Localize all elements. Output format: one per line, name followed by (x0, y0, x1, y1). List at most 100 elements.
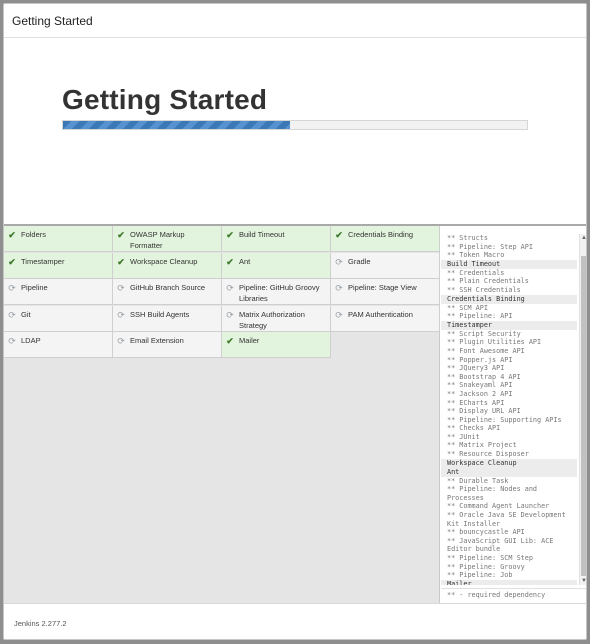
log-dependency-line: ** Matrix Project (447, 441, 517, 450)
dialog-title: Getting Started (12, 14, 93, 28)
checkmark-icon: ✔ (226, 336, 234, 346)
refresh-icon: ⟳ (335, 283, 343, 293)
log-plugin-header: Credentials Binding (441, 294, 577, 304)
plugin-label: Pipeline: GitHub Groovy Libraries (239, 283, 320, 303)
log-dependency-line: ** Command Agent Launcher (447, 502, 550, 511)
log-dependency-line: ** Structs (447, 234, 488, 242)
log-dependency-line: ** Plain Credentials (447, 277, 529, 286)
setup-dialog: Getting Started Getting Started ✔ Folders… (3, 3, 587, 640)
log-plugin-header: Mailer (441, 579, 577, 585)
install-log: ** Structs ** Pipeline: Step API ** Token … (441, 234, 577, 585)
plugin-cell: ⟳ Pipeline: Stage View (331, 279, 440, 305)
plugin-cell: ⟳ SSH Build Agents (113, 305, 222, 332)
log-dependency-line: ** Plugin Utilities API (447, 338, 542, 347)
plugin-cell: ✔ Mailer (222, 332, 331, 358)
page-title: Getting Started (62, 84, 268, 115)
log-dependency-line: ** Display URL API (447, 407, 521, 416)
refresh-icon: ⟳ (335, 256, 343, 267)
log-plugin-header: Build Timeout (441, 259, 577, 269)
log-dependency-line: ** Pipeline: Job (447, 571, 513, 580)
log-dependency-line: ** Resource Disposer (447, 450, 529, 459)
plugin-label: Ant (239, 256, 251, 266)
log-dependency-line: ** Pipeline: API (447, 312, 513, 321)
log-dependency-line: ** Script Security (447, 329, 521, 338)
install-progress-bar (62, 120, 528, 130)
log-dependency-line: ** JQuery3 API (447, 364, 505, 373)
plugin-cell: ⟳ PAM Authentication (331, 305, 440, 332)
log-dependency-line: ** ECharts API (447, 398, 505, 407)
refresh-icon: ⟳ (117, 336, 125, 346)
scroll-down-icon[interactable]: ▼ (580, 577, 586, 585)
log-dependency-line: ** SSH Credentials (447, 285, 521, 294)
log-dependency-line: ** Font Awesome API (447, 346, 525, 355)
plugin-cell: ✔ Ant (222, 252, 331, 279)
plugin-cell: ⟳ Pipeline: GitHub Groovy Libraries (222, 279, 331, 305)
refresh-icon: ⟳ (226, 309, 234, 320)
checkmark-icon: ✔ (117, 230, 125, 240)
hero-panel: Getting Started (4, 38, 586, 226)
checkmark-icon: ✔ (226, 230, 234, 240)
plugin-label: Email Extension (130, 336, 184, 345)
progress-fill (63, 121, 291, 129)
plugin-cell: ✔ Workspace Cleanup (113, 252, 222, 279)
dialog-title-bar: Getting Started (4, 4, 586, 38)
plugin-label: OWASP Markup Formatter (130, 230, 185, 250)
plugin-label: Mailer (239, 336, 260, 345)
log-dependency-line: ** JavaScript GUI Lib: ACE Editor bundle (447, 536, 558, 554)
refresh-icon: ⟳ (117, 283, 125, 293)
plugin-label: Git (21, 309, 31, 319)
install-log-panel: ** Structs ** Pipeline: Step API ** Token … (441, 226, 586, 603)
log-dependency-line: ** Jackson 2 API (447, 389, 513, 398)
plugin-label: SSH Build Agents (130, 309, 190, 319)
refresh-icon: ⟳ (8, 336, 16, 346)
log-dependency-line: ** Checks API (447, 424, 501, 433)
log-dependency-line: ** Pipeline: Supporting APIs (447, 415, 562, 424)
plugin-cell: ⟳ Gradle (331, 252, 440, 279)
plugin-cell: ✔ Folders (4, 226, 113, 252)
log-dependency-line: ** bouncycastle API (447, 528, 525, 537)
plugin-grid-area: ✔ Folders ✔ OWASP Markup Formatter ✔ Build Ti… (4, 226, 440, 603)
plugin-label: Workspace Cleanup (130, 256, 198, 266)
log-scrollbar[interactable]: ▲ ▼ (579, 234, 586, 585)
log-dependency-line: ** Durable Task (447, 476, 509, 485)
log-dependency-line: ** Token Macro (447, 251, 505, 260)
plugin-label: Pipeline (21, 283, 48, 292)
scroll-up-icon[interactable]: ▲ (580, 234, 586, 242)
log-dependency-line: ** Credentials (447, 268, 505, 277)
log-plugin-header: Ant (441, 467, 577, 477)
plugin-label: PAM Authentication (348, 309, 413, 319)
log-dependency-line: ** Pipeline: Step API (447, 242, 533, 251)
refresh-icon: ⟳ (117, 309, 125, 320)
plugin-label: Build Timeout (239, 230, 285, 239)
log-dependency-line: ** Pipeline: SCM Step (447, 554, 533, 562)
checkmark-icon: ✔ (8, 230, 16, 240)
plugin-cell: ⟳ LDAP (4, 332, 113, 358)
checkmark-icon: ✔ (335, 230, 343, 240)
plugin-cell: ✔ Build Timeout (222, 226, 331, 252)
refresh-icon: ⟳ (226, 283, 234, 293)
plugin-label: LDAP (21, 336, 41, 345)
refresh-icon: ⟳ (8, 283, 16, 293)
log-dependency-line: ** Bootstrap 4 API (447, 372, 521, 381)
refresh-icon: ⟳ (335, 309, 343, 320)
checkmark-icon: ✔ (8, 256, 16, 267)
log-dependency-line: ** Popper.js API (447, 355, 513, 364)
log-legend: ** - required dependency (441, 588, 586, 603)
plugin-label: Matrix Authorization Strategy (239, 309, 305, 330)
checkmark-icon: ✔ (117, 256, 125, 267)
plugin-cell: ⟳ Email Extension (113, 332, 222, 358)
version-label: Jenkins 2.277.2 (14, 619, 67, 628)
plugin-cell: ✔ Timestamper (4, 252, 113, 279)
plugin-cell: ⟳ Pipeline (4, 279, 113, 305)
plugin-cell: ⟳ Matrix Authorization Strategy (222, 305, 331, 332)
plugin-label: GitHub Branch Source (130, 283, 206, 292)
log-plugin-header: Workspace Cleanup (441, 458, 577, 468)
scroll-thumb[interactable] (581, 256, 586, 576)
log-plugin-header: Timestamper (441, 320, 577, 330)
refresh-icon: ⟳ (8, 309, 16, 320)
plugin-label: Gradle (348, 256, 371, 266)
plugin-cell: ⟳ Git (4, 305, 113, 332)
log-dependency-line: ** JUnit (447, 432, 480, 441)
plugin-label: Folders (21, 230, 47, 239)
log-dependency-line: ** Oracle Java SE Development Kit Instal… (447, 511, 570, 528)
